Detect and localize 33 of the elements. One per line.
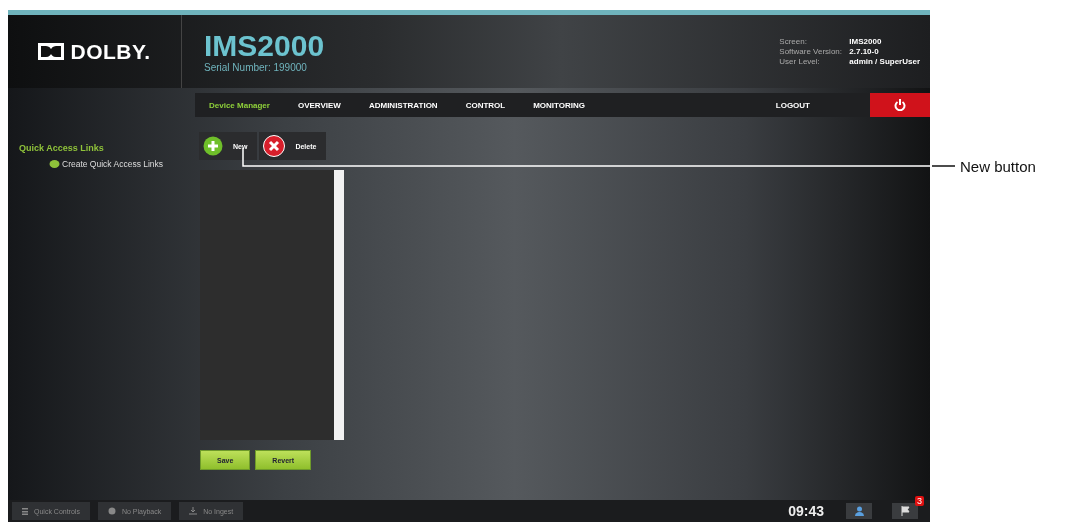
flag-button[interactable] — [892, 503, 918, 519]
info-label: Software Version: — [779, 47, 843, 56]
serial-number: Serial Number: 199000 — [204, 62, 308, 73]
notification-badge: 3 — [915, 496, 924, 506]
delete-icon — [263, 135, 286, 157]
scrollbar[interactable] — [334, 170, 344, 440]
power-icon — [894, 99, 906, 111]
add-icon — [203, 136, 223, 156]
logo-icon — [38, 43, 65, 60]
nav-tab[interactable]: CONTROL — [451, 100, 520, 110]
download-icon — [189, 507, 198, 515]
product-name: IMS2000 — [204, 30, 326, 62]
flag-icon — [900, 506, 910, 516]
nav-tab[interactable]: Device Manager — [195, 100, 284, 110]
sidebar-link[interactable]: Create Quick Access Links — [19, 159, 195, 169]
clock-time: 09:43 — [788, 503, 824, 519]
list-icon — [22, 507, 28, 515]
info-value: IMS2000 — [849, 37, 883, 46]
nav-tab[interactable]: MONITORING — [519, 100, 600, 110]
callout-label: New button — [960, 158, 1036, 175]
nav-tab[interactable]: ADMINISTRATION — [354, 100, 452, 110]
info-label: User Level: — [779, 57, 821, 66]
info-label: Screen: — [779, 37, 808, 46]
info-value: 2.7.10-0 — [849, 47, 880, 56]
user-button[interactable] — [846, 503, 872, 519]
sidebar-title: Quick Access Links — [19, 143, 105, 153]
info-value: admin / SuperUser — [849, 57, 920, 66]
brand-name: DOLBY. — [70, 39, 151, 64]
logout-link[interactable]: LOGOUT — [775, 100, 810, 110]
power-button[interactable] — [870, 93, 930, 117]
list-box[interactable] — [200, 170, 344, 440]
nav-tab[interactable]: OVERVIEW — [283, 100, 355, 110]
user-icon — [854, 506, 864, 516]
